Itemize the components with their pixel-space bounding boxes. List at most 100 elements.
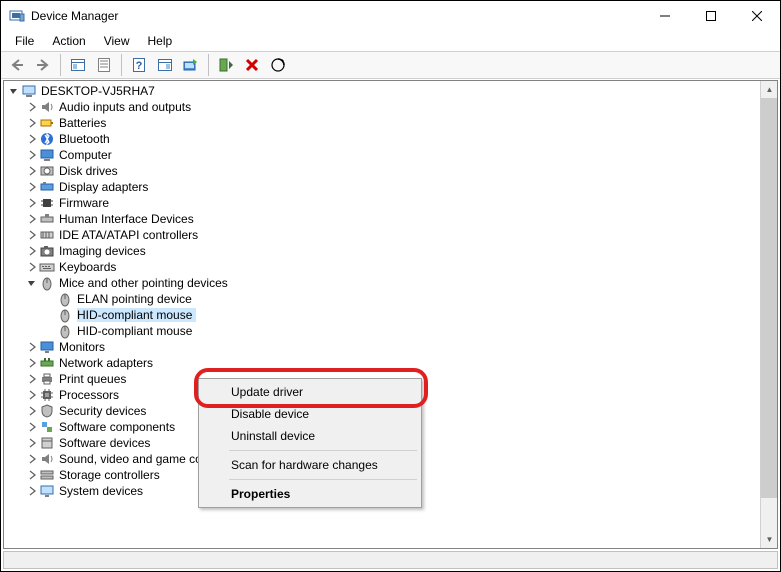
tree-node-batteries[interactable]: Batteries [4,115,760,131]
expand-icon[interactable] [26,421,38,433]
back-button[interactable] [5,53,29,77]
titlebar: Device Manager [1,1,780,31]
tree-label: Monitors [59,340,109,354]
context-properties[interactable]: Properties [201,483,419,505]
scan-hardware-button[interactable] [266,53,290,77]
expand-icon[interactable] [26,373,38,385]
tree-node-mice[interactable]: Mice and other pointing devices [4,275,760,291]
scroll-down-button[interactable]: ▼ [761,531,778,548]
window-title: Device Manager [31,9,642,23]
expand-icon[interactable] [26,437,38,449]
collapse-icon[interactable] [8,85,20,97]
system-icon [39,483,55,499]
tree-label: Mice and other pointing devices [59,276,232,290]
expand-icon[interactable] [26,101,38,113]
tree-node-ide[interactable]: IDE ATA/ATAPI controllers [4,227,760,243]
toolbar-separator [60,54,61,76]
context-uninstall-device[interactable]: Uninstall device [201,425,419,447]
printer-icon [39,371,55,387]
enable-button[interactable] [214,53,238,77]
tree-node-audio[interactable]: Audio inputs and outputs [4,99,760,115]
tree-label: Batteries [59,116,110,130]
tree-node-imaging[interactable]: Imaging devices [4,243,760,259]
expand-icon[interactable] [26,165,38,177]
scroll-up-button[interactable]: ▲ [761,81,778,98]
uninstall-button[interactable] [240,53,264,77]
tree-node-firmware[interactable]: Firmware [4,195,760,211]
scrollbar-thumb[interactable] [761,98,777,498]
context-update-driver[interactable]: Update driver [201,381,419,403]
vertical-scrollbar[interactable]: ▲ ▼ [760,81,777,548]
expand-icon[interactable] [26,245,38,257]
component-icon [39,419,55,435]
show-hide-console-button[interactable] [66,53,90,77]
tree-leaf-hid-mouse[interactable]: · HID-compliant mouse [4,323,760,339]
expand-icon[interactable] [26,469,38,481]
tree-label: Software components [59,420,179,434]
tree-node-diskdrives[interactable]: Disk drives [4,163,760,179]
close-button[interactable] [734,1,780,31]
context-disable-device[interactable]: Disable device [201,403,419,425]
tree-label: Print queues [59,372,130,386]
tree-root-label: DESKTOP-VJ5RHA7 [41,84,159,98]
tree-node-keyboards[interactable]: Keyboards [4,259,760,275]
app-icon [9,8,25,24]
tree-node-display[interactable]: Display adapters [4,179,760,195]
expand-icon[interactable] [26,389,38,401]
tree-leaf-hid-mouse-selected[interactable]: · HID-compliant mouse [4,307,760,323]
toolbar-separator [208,54,209,76]
minimize-button[interactable] [642,1,688,31]
ide-icon [39,227,55,243]
toolbar: ? [1,51,780,79]
mouse-icon [57,291,73,307]
expand-icon[interactable] [26,261,38,273]
status-bar [3,551,778,569]
tree-node-monitors[interactable]: Monitors [4,339,760,355]
menu-action[interactable]: Action [44,32,93,50]
tree-node-network[interactable]: Network adapters [4,355,760,371]
expand-icon[interactable] [26,357,38,369]
tree-label: Computer [59,148,116,162]
expand-icon[interactable] [26,213,38,225]
menu-file[interactable]: File [7,32,42,50]
forward-button[interactable] [31,53,55,77]
menu-help[interactable]: Help [140,32,181,50]
expand-icon[interactable] [26,341,38,353]
tree-node-bluetooth[interactable]: Bluetooth [4,131,760,147]
speaker-icon [39,451,55,467]
tree-label: Human Interface Devices [59,212,198,226]
expand-icon[interactable] [26,133,38,145]
update-driver-button[interactable] [179,53,203,77]
tree-label: Storage controllers [59,468,164,482]
mouse-icon [39,275,55,291]
collapse-icon[interactable] [26,277,38,289]
expand-icon[interactable] [26,229,38,241]
hid-icon [39,211,55,227]
properties-button[interactable] [92,53,116,77]
maximize-button[interactable] [688,1,734,31]
expand-icon[interactable] [26,485,38,497]
tree-node-hid[interactable]: Human Interface Devices [4,211,760,227]
tree-node-computer[interactable]: Computer [4,147,760,163]
action-button[interactable] [153,53,177,77]
menu-view[interactable]: View [96,32,138,50]
tree-label: IDE ATA/ATAPI controllers [59,228,202,242]
context-scan-hardware[interactable]: Scan for hardware changes [201,454,419,476]
shield-icon [39,403,55,419]
display-adapter-icon [39,179,55,195]
bluetooth-icon [39,131,55,147]
cpu-icon [39,387,55,403]
expand-icon[interactable] [26,453,38,465]
expand-icon[interactable] [26,197,38,209]
expand-icon[interactable] [26,181,38,193]
context-separator [229,479,417,480]
expand-icon[interactable] [26,117,38,129]
expand-icon[interactable] [26,405,38,417]
tree-label: Bluetooth [59,132,114,146]
tree-leaf-elan[interactable]: · ELAN pointing device [4,291,760,307]
expand-icon[interactable] [26,149,38,161]
keyboard-icon [39,259,55,275]
tree-label: HID-compliant mouse [77,308,196,322]
tree-root[interactable]: DESKTOP-VJ5RHA7 [4,83,760,99]
help-button[interactable]: ? [127,53,151,77]
